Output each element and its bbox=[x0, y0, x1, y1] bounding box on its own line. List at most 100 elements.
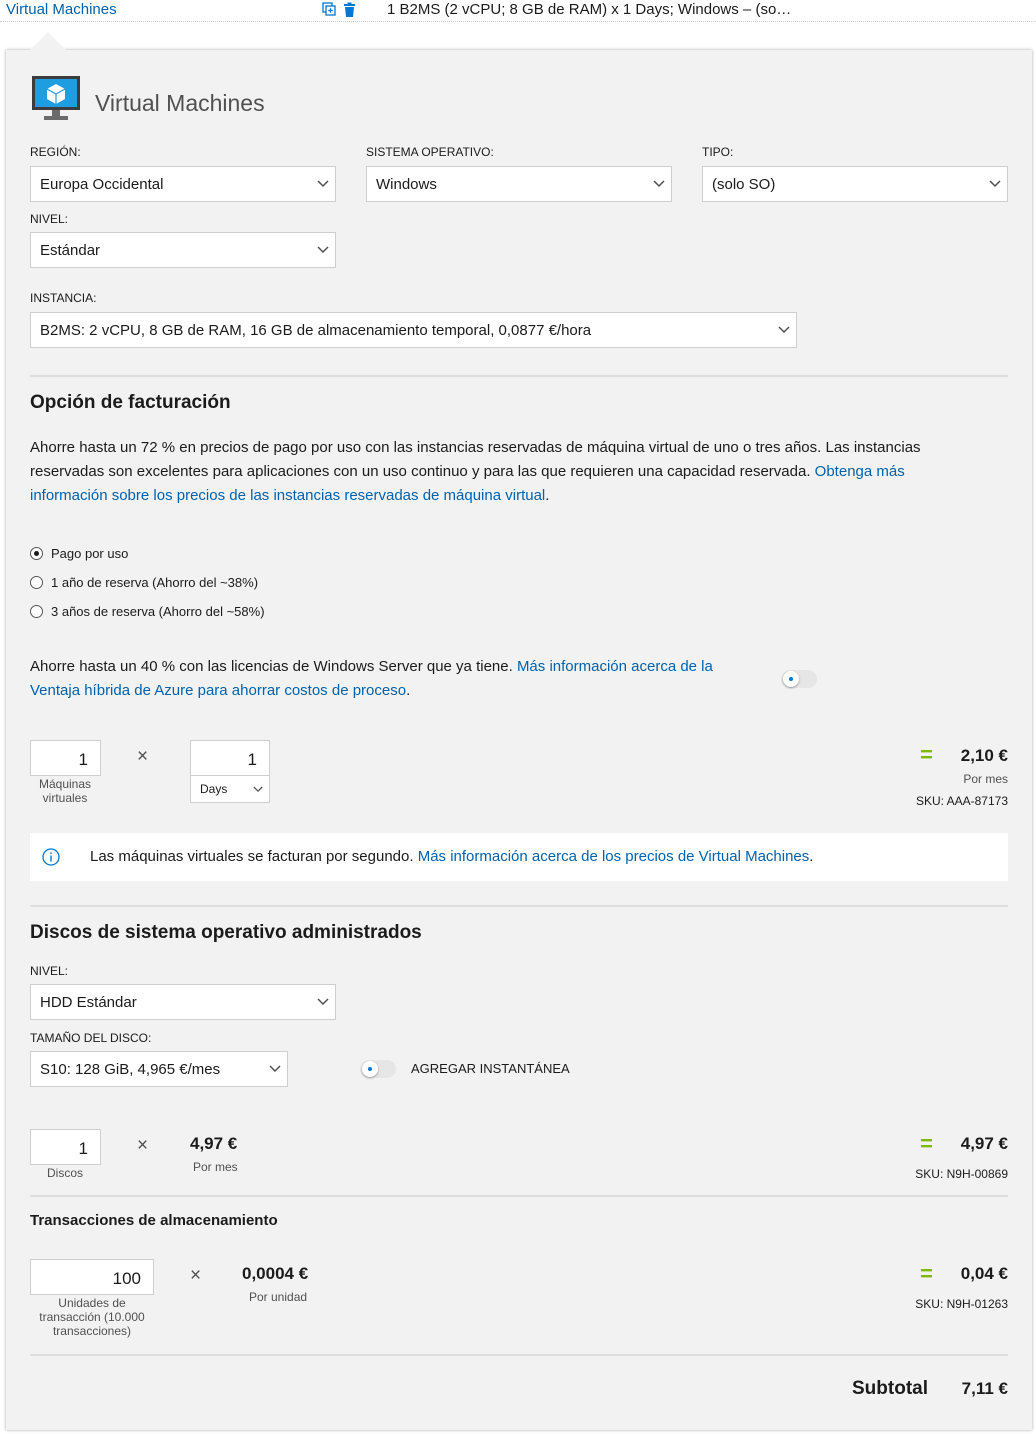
toggle-knob bbox=[783, 671, 799, 687]
toggle-knob bbox=[362, 1061, 378, 1077]
disk-size-value: S10: 128 GiB, 4,965 €/mes bbox=[40, 1061, 221, 1078]
tier-label: NIVEL: bbox=[30, 212, 69, 226]
estimate-title[interactable]: Virtual Machines bbox=[6, 1, 117, 18]
transaction-units-label: Unidades de transacción (10.000 transacc… bbox=[39, 1296, 145, 1338]
os-select[interactable]: Windows bbox=[366, 166, 672, 202]
section-divider bbox=[30, 1354, 1008, 1356]
info-message: Las máquinas virtuales se facturan por s… bbox=[90, 845, 813, 869]
duration-unit-value: Days bbox=[200, 782, 228, 796]
billing-text: Ahorre hasta un 72 % en precios de pago … bbox=[30, 439, 921, 480]
vm-sku: SKU: AAA-87173 bbox=[915, 794, 1008, 808]
page-title: Virtual Machines bbox=[95, 90, 265, 116]
equals-symbol: = bbox=[920, 1261, 933, 1286]
type-label: TIPO: bbox=[702, 145, 734, 159]
billing-description: Ahorre hasta un 72 % en precios de pago … bbox=[30, 436, 960, 508]
radio-label: 1 año de reserva (Ahorro del ~38%) bbox=[51, 575, 259, 590]
chevron-down-icon bbox=[653, 180, 665, 188]
tier-value: Estándar bbox=[40, 242, 101, 259]
radio-1-year-reserve[interactable]: 1 año de reserva (Ahorro del ~38%) bbox=[30, 575, 258, 590]
transaction-unit-price: 0,0004 € bbox=[242, 1264, 309, 1283]
billing-text-end: . bbox=[545, 487, 550, 504]
multiply-symbol: × bbox=[137, 746, 149, 767]
os-value: Windows bbox=[376, 176, 437, 193]
disk-size-label: TAMAÑO DEL DISCO: bbox=[30, 1031, 152, 1045]
type-select[interactable]: (solo SO) bbox=[702, 166, 1008, 202]
instance-value: B2MS: 2 vCPU, 8 GB de RAM, 16 GB de alma… bbox=[40, 322, 592, 339]
chevron-down-icon bbox=[317, 180, 329, 188]
hybrid-text-end: . bbox=[406, 682, 411, 699]
disk-count-label: Discos bbox=[46, 1166, 83, 1180]
disk-size-select[interactable]: S10: 128 GiB, 4,965 €/mes bbox=[30, 1051, 288, 1087]
region-value: Europa Occidental bbox=[40, 176, 164, 193]
radio-unchecked-icon[interactable] bbox=[30, 605, 43, 618]
info-text-end: . bbox=[809, 848, 814, 865]
info-text: Las máquinas virtuales se facturan por s… bbox=[90, 848, 418, 865]
virtual-machine-icon bbox=[32, 76, 80, 120]
radio-checked-icon[interactable] bbox=[30, 547, 43, 560]
tier-select[interactable]: Estándar bbox=[30, 232, 336, 268]
row-actions bbox=[322, 2, 356, 17]
region-label: REGIÓN: bbox=[30, 145, 81, 159]
delete-icon[interactable] bbox=[343, 2, 356, 17]
subtotal-value: 7,11 € bbox=[961, 1379, 1008, 1398]
multiply-symbol: × bbox=[137, 1135, 149, 1156]
radio-pay-as-you-go[interactable]: Pago por uso bbox=[30, 546, 128, 561]
billing-info-banner: Las máquinas virtuales se facturan por s… bbox=[30, 833, 1008, 881]
instance-select[interactable]: B2MS: 2 vCPU, 8 GB de RAM, 16 GB de alma… bbox=[30, 312, 797, 348]
subtotal-label: Subtotal bbox=[852, 1378, 928, 1399]
multiply-symbol: × bbox=[190, 1265, 202, 1286]
disk-unit-price: 4,97 € bbox=[190, 1134, 238, 1153]
chevron-down-icon bbox=[317, 246, 329, 254]
radio-3-year-reserve[interactable]: 3 años de reserva (Ahorro del ~58%) bbox=[30, 604, 265, 619]
copy-icon[interactable] bbox=[322, 2, 337, 17]
equals-symbol: = bbox=[920, 1131, 933, 1156]
equals-symbol: = bbox=[920, 742, 933, 767]
os-label: SISTEMA OPERATIVO: bbox=[366, 145, 494, 159]
disk-unit-period: Por mes bbox=[193, 1160, 238, 1174]
transaction-units-input[interactable]: 100 bbox=[30, 1259, 154, 1295]
info-icon bbox=[42, 848, 60, 866]
hybrid-benefit-toggle[interactable] bbox=[781, 670, 817, 688]
instance-label: INSTANCIA: bbox=[30, 291, 97, 305]
vm-period-label: Por mes bbox=[963, 772, 1008, 786]
chevron-down-icon bbox=[253, 786, 263, 793]
vm-pricing-link[interactable]: Más información acerca de los precios de… bbox=[418, 848, 810, 865]
disk-total-price: 4,97 € bbox=[960, 1134, 1008, 1153]
section-divider bbox=[30, 905, 1008, 907]
vm-count-input[interactable]: 1 bbox=[30, 740, 101, 776]
vm-configuration-panel: Virtual Machines REGIÓN: Europa Occident… bbox=[6, 50, 1032, 1430]
billing-section-title: Opción de facturación bbox=[30, 392, 231, 413]
radio-unchecked-icon[interactable] bbox=[30, 576, 43, 589]
duration-input[interactable]: 1 bbox=[190, 740, 270, 776]
snapshot-label: AGREGAR INSTANTÁNEA bbox=[411, 1061, 570, 1076]
chevron-down-icon bbox=[317, 998, 329, 1006]
chevron-down-icon bbox=[778, 326, 790, 334]
disk-count-input[interactable]: 1 bbox=[30, 1129, 101, 1165]
disk-tier-select[interactable]: HDD Estándar bbox=[30, 984, 336, 1020]
radio-label: Pago por uso bbox=[51, 546, 129, 561]
transaction-unit-period: Por unidad bbox=[249, 1290, 308, 1304]
panel-pointer bbox=[30, 32, 66, 50]
transaction-sku: SKU: N9H-01263 bbox=[915, 1297, 1008, 1311]
duration-unit-select[interactable]: Days bbox=[190, 775, 270, 803]
disks-section-title: Discos de sistema operativo administrado… bbox=[30, 922, 422, 943]
disk-sku: SKU: N9H-00869 bbox=[915, 1167, 1008, 1181]
hybrid-text: Ahorre hasta un 40 % con las licencias d… bbox=[30, 658, 517, 675]
disk-tier-value: HDD Estándar bbox=[40, 994, 137, 1011]
region-select[interactable]: Europa Occidental bbox=[30, 166, 336, 202]
type-value: (solo SO) bbox=[712, 176, 776, 193]
transactions-section-title: Transacciones de almacenamiento bbox=[30, 1212, 278, 1229]
chevron-down-icon bbox=[989, 180, 1001, 188]
chevron-down-icon bbox=[269, 1065, 281, 1073]
vm-count-label: Máquinas virtuales bbox=[38, 777, 92, 805]
disk-tier-label: NIVEL: bbox=[30, 964, 69, 978]
estimate-row[interactable]: Virtual Machines 1 B2MS (2 vCPU; 8 GB de… bbox=[0, 0, 1036, 22]
estimate-summary: 1 B2MS (2 vCPU; 8 GB de RAM) x 1 Days; W… bbox=[387, 1, 792, 18]
snapshot-toggle[interactable] bbox=[360, 1060, 396, 1078]
hybrid-benefit-description: Ahorre hasta un 40 % con las licencias d… bbox=[30, 655, 760, 703]
section-divider bbox=[30, 375, 1008, 377]
section-divider bbox=[30, 1195, 1008, 1197]
vm-total-price: 2,10 € bbox=[960, 746, 1008, 765]
radio-label: 3 años de reserva (Ahorro del ~58%) bbox=[51, 604, 265, 619]
transaction-total-price: 0,04 € bbox=[960, 1264, 1008, 1283]
